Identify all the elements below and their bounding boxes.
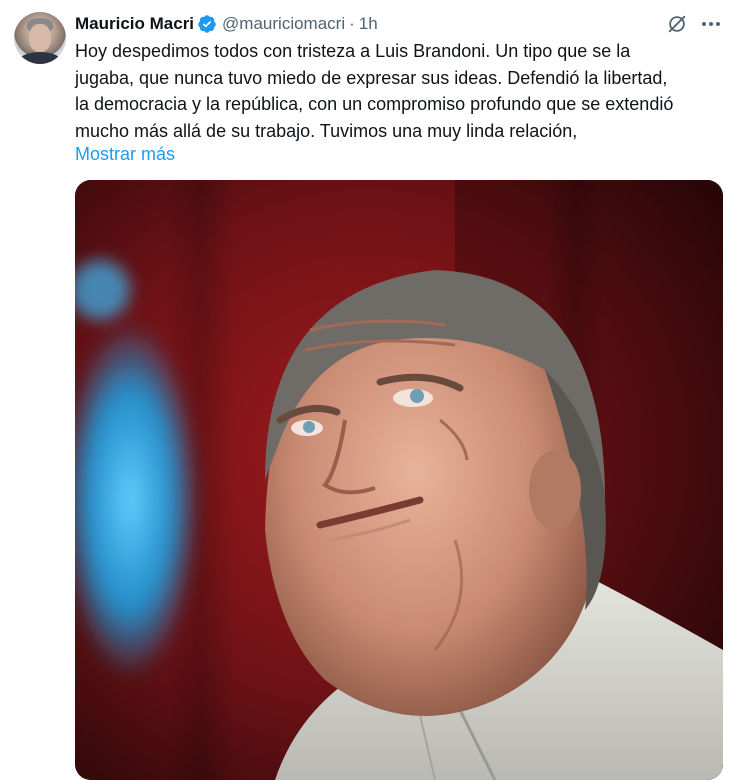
author-handle[interactable]: @mauriciomacri [222,14,345,34]
portrait-photo [75,180,723,780]
show-more-link[interactable]: Mostrar más [75,141,175,167]
avatar-face [29,24,51,52]
tweet-media-photo[interactable] [75,180,723,780]
tweet-text-line: la democracia y la república, con un com… [75,94,674,114]
profile-avatar[interactable] [14,12,66,64]
verified-badge-icon [197,14,217,34]
avatar-shirt [18,52,62,64]
more-options-icon[interactable] [699,12,723,36]
tweet-text-line: Hoy despedimos todos con tristeza a Luis… [75,41,631,61]
tweet-timestamp[interactable]: 1h [359,14,378,34]
grok-icon[interactable] [666,13,688,35]
author-display-name[interactable]: Mauricio Macri [75,14,194,34]
header-separator: · [349,14,355,33]
tweet-header: Mauricio Macri @mauriciomacri · 1h [75,12,378,36]
tweet-text-line: jugaba, que nunca tuvo miedo de expresar… [75,67,668,88]
tweet-text: Hoy despedimos todos con tristeza a Luis… [75,38,725,144]
